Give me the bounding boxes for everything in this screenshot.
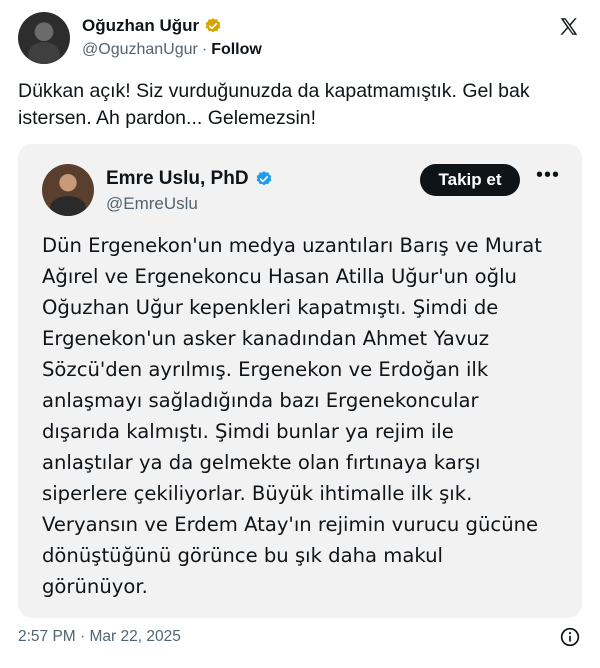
quoted-text-line: Ağırel ve Ergenekoncu Hasan Atilla Uğur'…: [42, 265, 517, 288]
quoted-text-line: dönüştüğünü görünce bu şık daha makul: [42, 544, 443, 567]
quoted-author-name-row: Emre Uslu, PhD: [106, 168, 273, 190]
quoted-text-line: Ergenekon'un asker kanadından Ahmet Yavu…: [42, 327, 490, 350]
follow-button[interactable]: Takip et: [420, 164, 520, 196]
author-avatar[interactable]: [18, 12, 70, 64]
author-name-row: Oğuzhan Uğur: [82, 16, 222, 36]
quoted-tweet-card[interactable]: Emre Uslu, PhD @EmreUslu Takip et ••• Dü…: [18, 144, 582, 618]
quoted-text-line: anlaştılar ya da gelmekte olan fırtınaya…: [42, 451, 481, 474]
quoted-author-avatar[interactable]: [42, 164, 94, 216]
separator-dot: ·: [201, 41, 208, 58]
quoted-text-line: siperlere çekiliyorlar. Büyük ihtimalle …: [42, 482, 473, 505]
quoted-text-line: anlaşmayı sağladığında bazı Ergenekoncul…: [42, 389, 479, 412]
quoted-text-line: Veryansın ve Erdem Atay'ın rejimin vuruc…: [42, 513, 539, 536]
quoted-text-line: dışarıda kalmıştı. Şimdi bunlar ya rejim…: [42, 420, 454, 443]
follow-link[interactable]: Follow: [211, 41, 262, 58]
x-logo-icon[interactable]: [558, 16, 580, 38]
verified-gold-icon: [205, 18, 221, 33]
quoted-text-line: Oğuzhan Uğur kepenkleri kapatmıştı. Şimd…: [42, 296, 499, 319]
quoted-text-line: Sözcü'den ayrılmış. Ergenekon ve Erdoğan…: [42, 358, 489, 381]
quoted-author-name[interactable]: Emre Uslu, PhD: [106, 168, 249, 190]
info-icon[interactable]: [560, 627, 580, 647]
verified-blue-icon: [256, 171, 271, 186]
author-handle[interactable]: @OguzhanUgur: [82, 41, 198, 58]
more-horizontal-icon[interactable]: •••: [536, 165, 559, 190]
tweet-timestamp[interactable]: 2:57 PM · Mar 22, 2025: [18, 628, 181, 646]
quoted-author-handle[interactable]: @EmreUslu: [106, 194, 198, 214]
quoted-tweet-text: Dün Ergenekon'un medya uzantıları Barış …: [42, 230, 562, 602]
tweet-text: Dükkan açık! Siz vurduğunuzda da kapatma…: [18, 80, 530, 129]
quoted-text-line: Dün Ergenekon'un medya uzantıları Barış …: [42, 234, 542, 257]
quoted-text-line: görünüyor.: [42, 575, 148, 598]
author-name[interactable]: Oğuzhan Uğur: [82, 16, 199, 36]
author-handle-row: @OguzhanUgur · Follow: [82, 41, 262, 59]
